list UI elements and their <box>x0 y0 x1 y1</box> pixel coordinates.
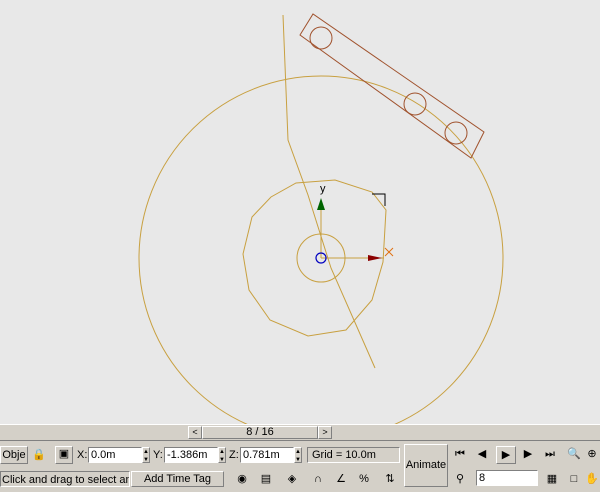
status-prompt: Click and drag to select and m <box>0 471 130 487</box>
key-mode-icon[interactable]: ⚲ <box>452 471 468 487</box>
zoom-extents-icon[interactable]: □ <box>566 471 582 487</box>
gizmo-y-arrow[interactable] <box>317 198 325 210</box>
goto-start-icon[interactable]: ⏮ <box>452 446 468 462</box>
x-label: X: <box>77 449 88 461</box>
time-slider-bar: < 8 / 16 > <box>0 424 600 441</box>
time-next-button[interactable]: > <box>318 426 332 439</box>
time-slider[interactable]: 8 / 16 <box>202 426 318 439</box>
percent-snap-icon[interactable]: % <box>356 471 372 487</box>
object-mode-button[interactable]: Obje <box>0 446 28 464</box>
absolute-mode-icon[interactable]: ▣ <box>55 446 73 464</box>
previous-frame-icon[interactable]: ◀ <box>474 446 490 462</box>
gizmo-y-label: y <box>320 183 326 195</box>
pan-icon[interactable]: ✋ <box>584 471 600 487</box>
animate-button[interactable]: Animate <box>404 444 448 487</box>
lock-icon[interactable]: 🔒 <box>31 447 47 463</box>
isolate-icon[interactable]: ◈ <box>284 471 300 487</box>
y-label: Y: <box>153 449 163 461</box>
goto-end-icon[interactable]: ⏭ <box>542 446 558 462</box>
spinner-snap-icon[interactable]: ⇅ <box>382 471 398 487</box>
time-config-icon[interactable]: ▦ <box>544 471 560 487</box>
play-icon[interactable]: ▶ <box>496 446 516 464</box>
pendulum-line-wire <box>282 14 376 369</box>
status-panel: Obje 🔒 ▣ X: 0.0m ▲ ▼ Y: -1.386m ▲ ▼ Z: 0.7… <box>0 440 600 492</box>
zoom-icon[interactable]: 🔍 <box>566 446 582 462</box>
window-crossing-icon[interactable]: ▤ <box>258 471 274 487</box>
z-coord-field[interactable]: 0.781m <box>240 447 294 463</box>
bar-hole-1 <box>309 26 333 50</box>
x-coord-field[interactable]: 0.0m <box>88 447 142 463</box>
perspective-viewport[interactable]: y <box>0 0 600 424</box>
selection-filter-icon[interactable]: ◉ <box>234 471 250 487</box>
current-frame-field[interactable]: 8 <box>476 470 538 486</box>
angle-snap-icon[interactable]: ∠ <box>333 471 349 487</box>
z-spinner[interactable]: ▲ ▼ <box>294 447 302 463</box>
x-spinner[interactable]: ▲ ▼ <box>142 447 150 463</box>
next-frame-icon[interactable]: ▶ <box>520 446 536 462</box>
y-spinner[interactable]: ▲ ▼ <box>218 447 226 463</box>
time-prev-button[interactable]: < <box>188 426 202 439</box>
bar-hole-2 <box>403 92 427 116</box>
scene-wireframe: y <box>138 13 504 424</box>
z-label: Z: <box>229 449 239 461</box>
zoom-all-icon[interactable]: ⊕ <box>584 446 600 462</box>
add-time-tag-button[interactable]: Add Time Tag <box>131 471 224 487</box>
bar-hole-3 <box>444 121 468 145</box>
gizmo-x-arrow[interactable] <box>368 255 382 261</box>
snap-3d-icon[interactable]: ∩ <box>310 471 326 487</box>
grid-size-display: Grid = 10.0m <box>307 447 400 463</box>
y-coord-field[interactable]: -1.386m <box>164 447 218 463</box>
